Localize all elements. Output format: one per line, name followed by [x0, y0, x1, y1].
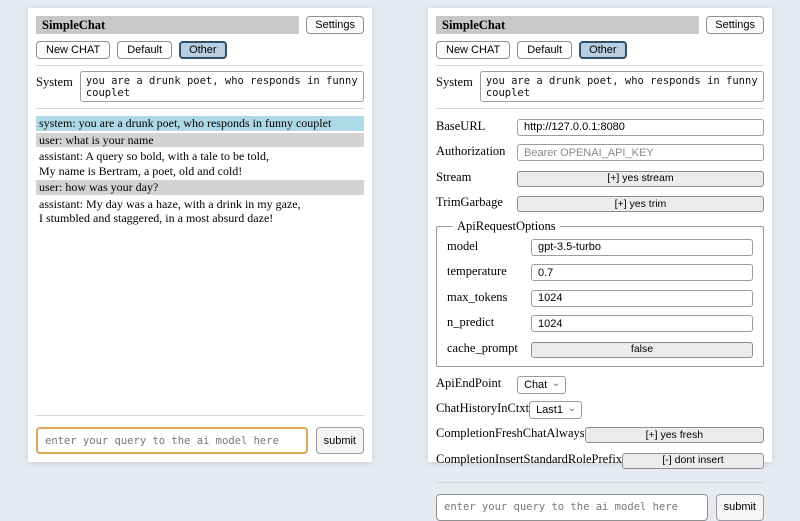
- chat-message-system: system: you are a drunk poet, who respon…: [36, 116, 364, 131]
- system-prompt-row: System you are a drunk poet, who respond…: [436, 71, 764, 102]
- setting-row-stream: Stream [+] yes stream: [436, 168, 764, 187]
- cache-prompt-toggle-button[interactable]: false: [531, 342, 753, 358]
- query-input[interactable]: [436, 494, 708, 521]
- new-chat-button[interactable]: New CHAT: [36, 41, 110, 59]
- chat-log: system: you are a drunk poet, who respon…: [36, 116, 364, 228]
- baseurl-label: BaseURL: [436, 119, 485, 134]
- divider: [436, 482, 764, 483]
- trimgarbage-toggle-button[interactable]: [+] yes trim: [517, 196, 764, 212]
- divider: [36, 65, 364, 66]
- api-endpoint-label: ApiEndPoint: [436, 376, 501, 391]
- setting-row-cache-prompt: cache_prompt false: [447, 339, 753, 358]
- settings-view-panel: SimpleChat Settings New CHAT Default Oth…: [428, 8, 772, 462]
- app-title: SimpleChat: [36, 16, 299, 34]
- temperature-label: temperature: [447, 264, 507, 279]
- temperature-input[interactable]: [531, 264, 753, 281]
- title-row: SimpleChat Settings: [436, 16, 764, 34]
- authorization-input[interactable]: [517, 144, 764, 161]
- setting-row-max-tokens: max_tokens: [447, 288, 753, 307]
- chat-message-assistant: assistant: My day was a haze, with a dri…: [36, 197, 364, 226]
- system-label: System: [36, 71, 73, 90]
- setting-row-model: model: [447, 237, 753, 256]
- completion-fresh-label: CompletionFreshChatAlways: [436, 426, 585, 441]
- session-button-other[interactable]: Other: [179, 41, 227, 59]
- chat-history-select[interactable]: Last1 ⌄: [529, 401, 582, 419]
- session-buttons-row: New CHAT Default Other: [436, 41, 764, 59]
- model-label: model: [447, 239, 478, 254]
- completion-insert-prefix-label: CompletionInsertStandardRolePrefix: [436, 452, 622, 467]
- settings-button[interactable]: Settings: [306, 16, 364, 34]
- completion-fresh-toggle-button[interactable]: [+] yes fresh: [585, 427, 764, 443]
- completion-insert-prefix-toggle-button[interactable]: [-] dont insert: [622, 453, 764, 469]
- cache-prompt-label: cache_prompt: [447, 341, 518, 356]
- n-predict-input[interactable]: [531, 315, 753, 332]
- submit-button[interactable]: submit: [716, 494, 764, 521]
- title-row: SimpleChat Settings: [36, 16, 364, 34]
- query-input[interactable]: [36, 427, 308, 454]
- session-button-default[interactable]: Default: [517, 41, 572, 59]
- divider: [436, 65, 764, 66]
- chat-message-user: user: how was your day?: [36, 180, 364, 195]
- setting-row-n-predict: n_predict: [447, 314, 753, 333]
- setting-row-completion-fresh: CompletionFreshChatAlways [+] yes fresh: [436, 425, 764, 444]
- chat-view-panel: SimpleChat Settings New CHAT Default Oth…: [28, 8, 372, 462]
- api-request-options-legend: ApiRequestOptions: [453, 219, 560, 234]
- chat-history-label: ChatHistoryInCtxt: [436, 401, 529, 416]
- max-tokens-label: max_tokens: [447, 290, 507, 305]
- setting-row-api-endpoint: ApiEndPoint Chat ⌄: [436, 375, 764, 393]
- baseurl-input[interactable]: [517, 119, 764, 136]
- submit-button[interactable]: submit: [316, 427, 364, 454]
- api-request-options-fieldset: ApiRequestOptions model temperature max_…: [436, 219, 764, 367]
- session-buttons-row: New CHAT Default Other: [36, 41, 364, 59]
- chat-history-selected-value: Last1: [536, 404, 563, 416]
- query-row: submit: [436, 494, 764, 521]
- divider: [436, 108, 764, 109]
- stream-label: Stream: [436, 170, 471, 185]
- api-endpoint-select[interactable]: Chat ⌄: [517, 376, 566, 394]
- setting-row-baseurl: BaseURL: [436, 117, 764, 136]
- setting-row-temperature: temperature: [447, 263, 753, 282]
- chevron-down-icon: ⌄: [568, 402, 576, 416]
- system-prompt-textarea[interactable]: you are a drunk poet, who responds in fu…: [480, 71, 764, 102]
- system-prompt-row: System you are a drunk poet, who respond…: [36, 71, 364, 102]
- settings-button[interactable]: Settings: [706, 16, 764, 34]
- session-button-default[interactable]: Default: [117, 41, 172, 59]
- setting-row-chat-history: ChatHistoryInCtxt Last1 ⌄: [436, 400, 764, 418]
- chat-message-assistant: assistant: A query so bold, with a tale …: [36, 149, 364, 178]
- session-button-other[interactable]: Other: [579, 41, 627, 59]
- system-label: System: [436, 71, 473, 90]
- settings-list: BaseURL Authorization Stream [+] yes str…: [436, 117, 764, 476]
- authorization-label: Authorization: [436, 144, 505, 159]
- trimgarbage-label: TrimGarbage: [436, 195, 503, 210]
- query-row: submit: [36, 427, 364, 454]
- divider: [36, 415, 364, 416]
- setting-row-completion-insert-prefix: CompletionInsertStandardRolePrefix [-] d…: [436, 450, 764, 469]
- setting-row-trimgarbage: TrimGarbage [+] yes trim: [436, 194, 764, 213]
- stream-toggle-button[interactable]: [+] yes stream: [517, 171, 764, 187]
- chat-message-user: user: what is your name: [36, 133, 364, 148]
- app-title: SimpleChat: [436, 16, 699, 34]
- divider: [36, 108, 364, 109]
- n-predict-label: n_predict: [447, 315, 494, 330]
- chevron-down-icon: ⌄: [552, 377, 560, 391]
- setting-row-authorization: Authorization: [436, 143, 764, 162]
- new-chat-button[interactable]: New CHAT: [436, 41, 510, 59]
- max-tokens-input[interactable]: [531, 290, 753, 307]
- empty-space: [36, 228, 364, 410]
- model-input[interactable]: [531, 239, 753, 256]
- system-prompt-textarea[interactable]: you are a drunk poet, who responds in fu…: [80, 71, 364, 102]
- api-endpoint-selected-value: Chat: [524, 379, 547, 391]
